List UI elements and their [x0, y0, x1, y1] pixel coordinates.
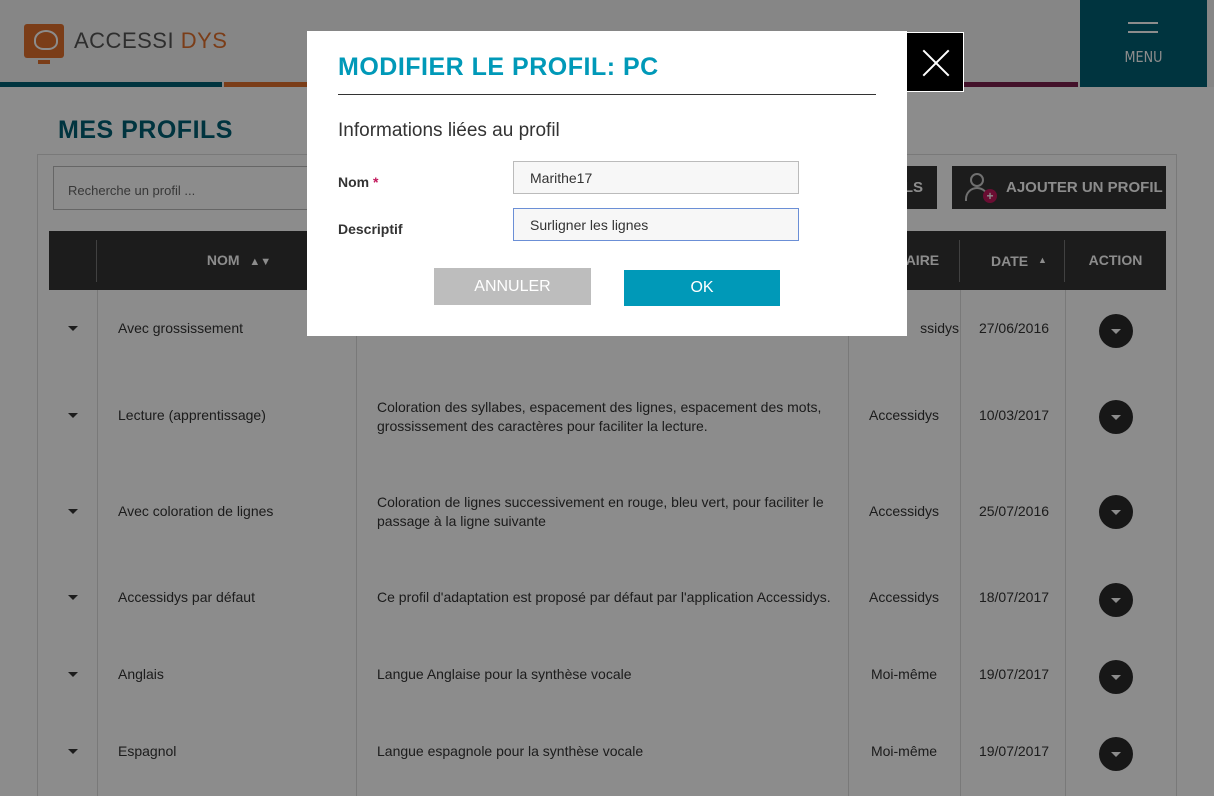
ok-button[interactable]: OK	[624, 270, 780, 306]
close-icon[interactable]	[906, 32, 964, 92]
required-mark: *	[373, 174, 379, 190]
edit-profile-modal: MODIFIER LE PROFIL: PC Informations liée…	[307, 31, 907, 336]
descriptif-field[interactable]: Surligner les lignes	[513, 208, 799, 241]
nom-field[interactable]: Marithe17	[513, 161, 799, 194]
nom-label: Nom *	[338, 174, 379, 190]
modal-title: MODIFIER LE PROFIL: PC	[338, 53, 659, 81]
cancel-button[interactable]: ANNULER	[434, 268, 591, 305]
descriptif-label: Descriptif	[338, 221, 403, 237]
modal-divider	[338, 94, 876, 95]
modal-subtitle: Informations liées au profil	[338, 120, 560, 141]
